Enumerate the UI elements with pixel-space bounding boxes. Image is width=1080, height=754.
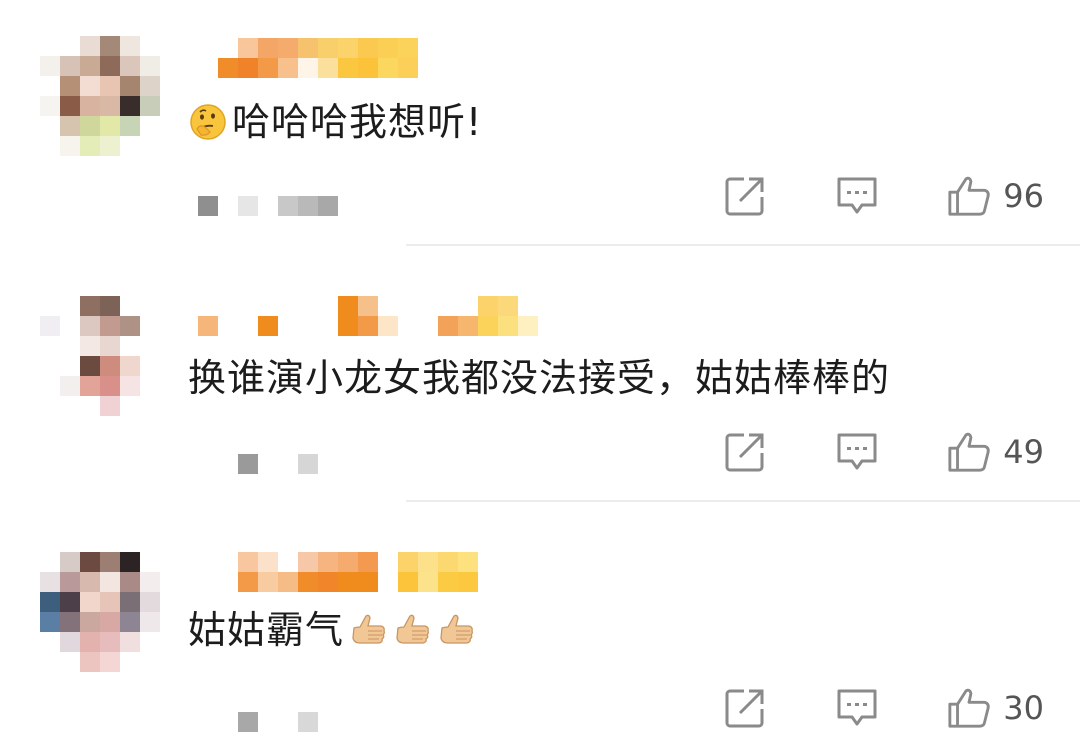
comment-text: 哈哈哈我想听!	[188, 98, 482, 146]
comment-text-content: 哈哈哈我想听!	[232, 100, 483, 144]
avatar[interactable]	[40, 36, 160, 156]
like-button[interactable]	[947, 686, 991, 730]
share-button[interactable]	[723, 430, 767, 474]
avatar[interactable]	[40, 296, 160, 416]
like-count: 30	[1003, 689, 1044, 727]
comment-meta	[238, 712, 318, 732]
comment-actions: 96	[723, 174, 1044, 218]
avatar[interactable]	[40, 552, 160, 672]
comment-text: 姑姑霸气	[188, 606, 476, 654]
comment-text-content: 换谁演小龙女我都没法接受，姑姑棒棒的	[188, 356, 891, 400]
comment-meta	[198, 196, 338, 216]
share-button[interactable]	[723, 174, 767, 218]
like-count: 96	[1003, 177, 1044, 215]
divider	[406, 244, 1080, 246]
comment-actions: 49	[723, 430, 1044, 474]
thinking-face-emoji	[188, 102, 228, 142]
like-button[interactable]	[947, 430, 991, 474]
thumb-up-icon	[948, 432, 990, 472]
like-button[interactable]	[947, 174, 991, 218]
comment-text: 换谁演小龙女我都没法接受，姑姑棒棒的	[188, 354, 890, 402]
thumbs-up-emoji	[392, 610, 432, 650]
comment-icon	[837, 177, 877, 214]
reply-button[interactable]	[835, 174, 879, 218]
share-icon	[725, 177, 764, 216]
reply-button[interactable]	[835, 686, 879, 730]
comment-icon	[837, 433, 877, 470]
thumbs-up-emoji	[436, 610, 476, 650]
divider	[406, 500, 1080, 502]
comment-meta	[218, 454, 318, 474]
share-icon	[725, 689, 764, 728]
username[interactable]	[218, 38, 418, 78]
thumb-up-icon	[948, 688, 990, 728]
reply-button[interactable]	[835, 430, 879, 474]
comment-actions: 30	[723, 686, 1044, 730]
comment-icon	[837, 689, 877, 726]
like-count: 49	[1003, 433, 1044, 471]
thumb-up-icon	[948, 176, 990, 216]
comment-text-content: 姑姑霸气	[188, 608, 345, 652]
username[interactable]	[238, 552, 478, 592]
share-icon	[725, 433, 764, 472]
share-button[interactable]	[723, 686, 767, 730]
username[interactable]	[198, 296, 538, 336]
thumbs-up-emoji	[348, 610, 388, 650]
